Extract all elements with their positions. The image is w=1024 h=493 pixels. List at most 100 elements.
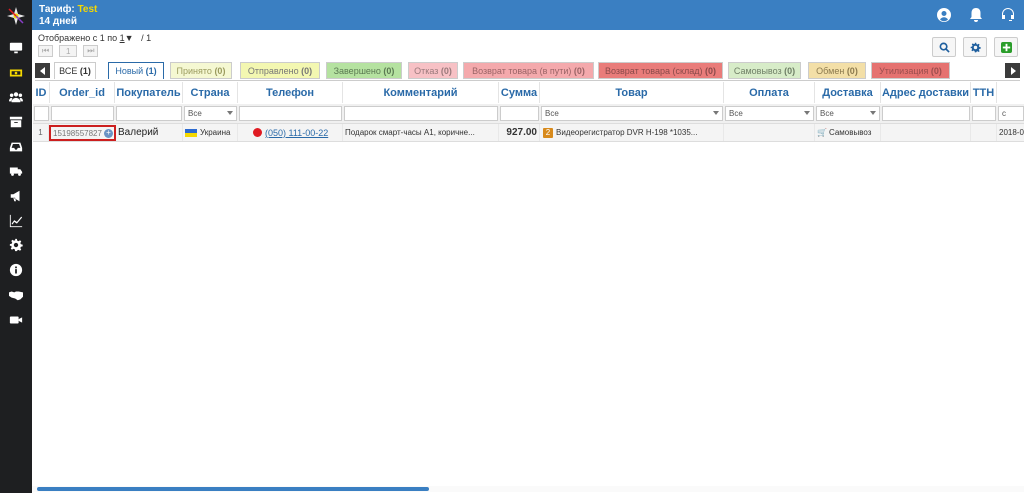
- col-address[interactable]: Адрес доставки: [881, 82, 971, 103]
- phone-link[interactable]: (050) 111-00-22: [265, 128, 328, 138]
- settings-button[interactable]: [963, 37, 987, 57]
- pager-buttons: ⏮ 1 ⏭: [38, 45, 99, 57]
- tab-new[interactable]: Новый (1): [108, 62, 164, 79]
- delivery-cell: 🛒 Самовывоз: [817, 124, 881, 141]
- payment-cell: [724, 124, 815, 141]
- plus-icon: [1000, 41, 1012, 53]
- truck-icon[interactable]: [8, 164, 24, 178]
- ttn-cell: [971, 124, 997, 141]
- filter-id[interactable]: [34, 106, 49, 121]
- date-cell: 2018-0: [999, 128, 1024, 137]
- comment-cell: Подарок смарт-часы А1, коричне...: [345, 124, 499, 141]
- sum-cell: 927.00: [499, 124, 540, 141]
- gear-icon[interactable]: [8, 238, 24, 252]
- col-sum[interactable]: Сумма: [499, 82, 540, 103]
- bell-icon[interactable]: [968, 7, 984, 23]
- col-id[interactable]: ID: [33, 82, 50, 103]
- app-logo[interactable]: [4, 4, 28, 28]
- filter-date[interactable]: с: [998, 106, 1024, 121]
- address-cell: [881, 124, 971, 141]
- chart-icon[interactable]: [8, 214, 24, 228]
- filter-order-id[interactable]: [51, 106, 114, 121]
- tariff-label: Тариф:: [39, 4, 75, 15]
- filter-comment[interactable]: [344, 106, 498, 121]
- search-button[interactable]: [932, 37, 956, 57]
- filter-ttn[interactable]: [972, 106, 996, 121]
- col-phone[interactable]: Телефон: [238, 82, 343, 103]
- tab-completed[interactable]: Завершено (0): [326, 62, 402, 79]
- expand-plus-icon[interactable]: +: [103, 128, 113, 138]
- operator-icon: [253, 128, 262, 137]
- filter-country[interactable]: Все: [184, 106, 237, 121]
- order-id-value: 15198557827: [53, 128, 102, 138]
- col-product[interactable]: Товар: [540, 82, 724, 103]
- status-tabs: ВСЕ (1) Новый (1) Принято (0) Отправлено…: [35, 61, 1024, 80]
- money-icon[interactable]: [8, 66, 24, 80]
- filter-product[interactable]: Все: [541, 106, 723, 121]
- tab-refused[interactable]: Отказ (0): [408, 62, 458, 79]
- tab-accepted[interactable]: Принято (0): [170, 62, 232, 79]
- shown-prefix: Отображено с 1 по: [38, 33, 118, 43]
- tab-all[interactable]: ВСЕ (1): [54, 62, 96, 79]
- table-row[interactable]: 1 15198557827 + Валерий Украина (050) 11…: [33, 123, 1024, 142]
- tab-return-transit[interactable]: Возврат товара (в пути) (0): [463, 62, 594, 79]
- monitor-icon[interactable]: [8, 41, 24, 55]
- col-country[interactable]: Страна: [183, 82, 238, 103]
- sidebar: [0, 0, 32, 493]
- top-icons: [936, 7, 1016, 23]
- megaphone-icon[interactable]: [8, 189, 24, 203]
- col-date[interactable]: [997, 82, 1024, 103]
- phone-cell[interactable]: (050) 111-00-22: [253, 124, 343, 141]
- tabs-next-button[interactable]: [1005, 63, 1020, 78]
- filter-delivery[interactable]: Все: [816, 106, 880, 121]
- ukraine-flag-icon: [185, 128, 197, 137]
- gear-icon: [970, 42, 981, 52]
- row-number: 1: [33, 124, 49, 141]
- product-cell: 2 Видеорегистратор DVR H-198 *1035...: [543, 124, 724, 141]
- country-cell: Украина: [185, 124, 238, 141]
- order-id-cell[interactable]: 15198557827 +: [49, 125, 116, 141]
- current-page[interactable]: 1: [59, 45, 78, 57]
- search-icon: [939, 42, 950, 53]
- tab-exchange[interactable]: Обмен (0): [808, 62, 866, 79]
- headset-icon[interactable]: [1000, 7, 1016, 23]
- chevron-left-icon: [39, 66, 45, 75]
- users-icon[interactable]: [8, 90, 24, 104]
- horizontal-scrollbar[interactable]: [37, 487, 429, 491]
- archive-icon[interactable]: [8, 115, 24, 129]
- chevron-down-icon[interactable]: ▼: [125, 33, 134, 43]
- col-delivery[interactable]: Доставка: [815, 82, 881, 103]
- info-icon[interactable]: [8, 263, 24, 277]
- video-icon[interactable]: [8, 313, 24, 327]
- cart-icon: 🛒: [817, 128, 827, 137]
- tariff-days: 14 дней: [39, 16, 77, 27]
- add-button[interactable]: [994, 37, 1018, 57]
- filter-buyer[interactable]: [116, 106, 182, 121]
- quantity-badge: 2: [543, 127, 553, 138]
- pager-info: Отображено с 1 по 1▼ / 1: [38, 33, 151, 43]
- tabs-prev-button[interactable]: [35, 63, 50, 78]
- col-payment[interactable]: Оплата: [724, 82, 815, 103]
- filter-row: Все Все Все Все с: [33, 104, 1024, 123]
- user-icon[interactable]: [936, 7, 952, 23]
- first-page-button[interactable]: ⏮: [38, 45, 54, 57]
- filter-phone[interactable]: [239, 106, 342, 121]
- buyer-cell: Валерий: [117, 124, 183, 141]
- handshake-icon[interactable]: [8, 288, 24, 302]
- col-comment[interactable]: Комментарий: [343, 82, 499, 103]
- tariff-info: Тариф: Test 14 дней: [39, 4, 97, 28]
- inbox-icon[interactable]: [8, 140, 24, 154]
- col-buyer[interactable]: Покупатель: [115, 82, 183, 103]
- chevron-right-icon: [1010, 66, 1016, 75]
- tab-return-warehouse[interactable]: Возврат товара (склад) (0): [598, 62, 723, 79]
- last-page-button[interactable]: ⏭: [83, 45, 99, 57]
- tab-sent[interactable]: Отправлено (0): [240, 62, 320, 79]
- tab-pickup[interactable]: Самовывоз (0): [728, 62, 801, 79]
- filter-payment[interactable]: Все: [725, 106, 814, 121]
- filter-sum[interactable]: [500, 106, 539, 121]
- filter-address[interactable]: [882, 106, 970, 121]
- tab-disposal[interactable]: Утилизация (0): [871, 62, 950, 79]
- tabs-divider: [35, 80, 1020, 81]
- col-ttn[interactable]: ТТН: [971, 82, 997, 103]
- col-order-id[interactable]: Order_id: [50, 82, 115, 103]
